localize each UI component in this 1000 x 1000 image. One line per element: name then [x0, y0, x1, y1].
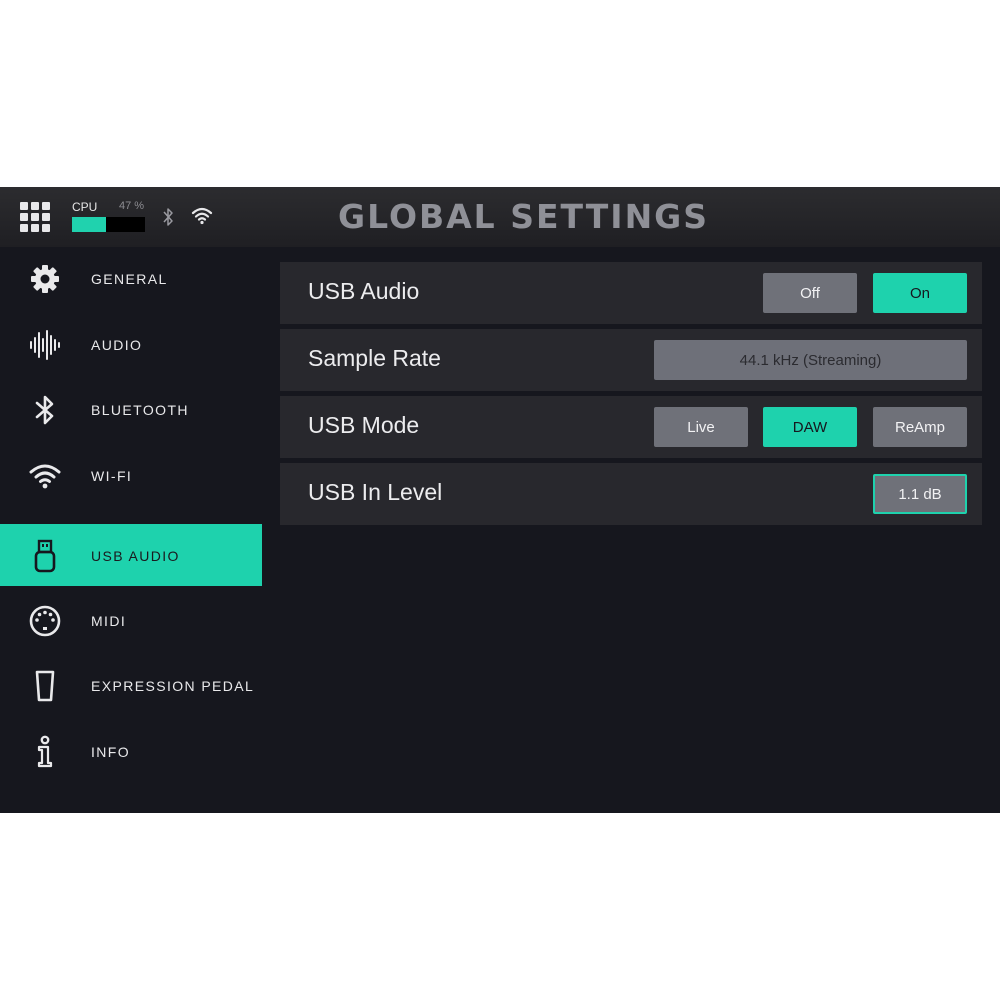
sidebar-item-label: MIDI [91, 613, 127, 629]
sidebar-item-label: GENERAL [91, 271, 168, 287]
usb-audio-label: USB Audio [308, 278, 420, 304]
sidebar-item-label: EXPRESSION PEDAL [91, 678, 255, 694]
sample-rate-label: Sample Rate [308, 345, 441, 371]
sidebar-item-label: BLUETOOTH [91, 402, 189, 418]
sidebar-item-label: INFO [91, 744, 131, 760]
bluetooth-icon [35, 395, 54, 425]
sidebar: GENERAL AUDIO BLUETOOTH WI-FI USB AUDIO … [0, 247, 262, 813]
device-screen: CPU 47 % GLOBAL SETTINGS GENERAL AUDIO B… [0, 187, 1000, 813]
bluetooth-icon [163, 208, 173, 226]
info-icon [37, 735, 53, 768]
sidebar-item-usb-audio[interactable]: USB AUDIO [0, 524, 262, 586]
sidebar-item-general[interactable]: GENERAL [0, 247, 262, 309]
top-bar: CPU 47 % GLOBAL SETTINGS [0, 187, 1000, 247]
cpu-value: 47 % [119, 200, 145, 212]
cpu-label: CPU [72, 200, 98, 214]
usb-audio-on-button[interactable]: On [873, 273, 967, 313]
gear-icon [31, 265, 59, 293]
menu-grid-icon[interactable] [20, 202, 50, 232]
sidebar-item-expression-pedal[interactable]: EXPRESSION PEDAL [0, 654, 262, 716]
usb-audio-row: USB Audio Off On [280, 262, 982, 324]
usb-icon [34, 539, 56, 573]
sidebar-item-label: AUDIO [91, 337, 143, 353]
sidebar-item-bluetooth[interactable]: BLUETOOTH [0, 378, 262, 440]
midi-connector-icon [29, 605, 61, 637]
sidebar-item-midi[interactable]: MIDI [0, 589, 262, 651]
sidebar-item-wifi[interactable]: WI-FI [0, 444, 262, 506]
usb-mode-reamp-button[interactable]: ReAmp [873, 407, 967, 447]
usb-mode-live-button[interactable]: Live [654, 407, 748, 447]
sidebar-item-label: WI-FI [91, 468, 133, 484]
usb-mode-daw-button[interactable]: DAW [763, 407, 857, 447]
cpu-meter [72, 217, 145, 232]
wifi-icon [191, 207, 213, 225]
usb-mode-row: USB Mode Live DAW ReAmp [280, 396, 982, 458]
sidebar-item-audio[interactable]: AUDIO [0, 313, 262, 375]
sample-rate-select[interactable]: 44.1 kHz (Streaming) [654, 340, 967, 380]
usb-audio-off-button[interactable]: Off [763, 273, 857, 313]
waveform-icon [30, 330, 60, 360]
usb-in-level-row: USB In Level 1.1 dB [280, 463, 982, 525]
usb-in-level-label: USB In Level [308, 479, 443, 505]
sidebar-item-info[interactable]: INFO [0, 720, 262, 782]
pedal-icon [35, 670, 55, 702]
usb-in-level-knob-value[interactable]: 1.1 dB [873, 474, 967, 514]
page-title: GLOBAL SETTINGS [338, 197, 710, 236]
cpu-meter-fill [72, 217, 107, 232]
wifi-icon [29, 464, 61, 489]
sidebar-item-label: USB AUDIO [91, 548, 180, 564]
usb-mode-label: USB Mode [308, 412, 420, 438]
sample-rate-row: Sample Rate 44.1 kHz (Streaming) [280, 329, 982, 391]
